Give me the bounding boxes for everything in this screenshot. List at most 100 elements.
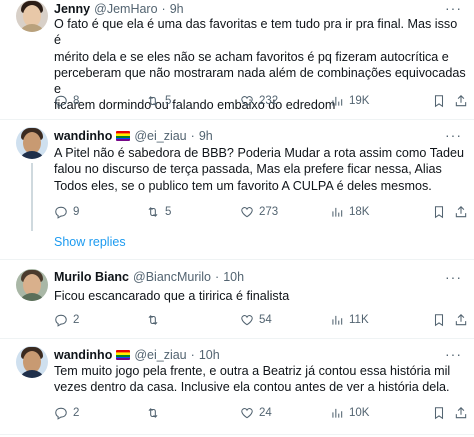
like-count: 273 bbox=[259, 206, 279, 218]
timestamp[interactable]: 10h bbox=[223, 270, 244, 284]
action-bar: 2 54 11K bbox=[54, 313, 468, 329]
like-button[interactable]: 232 bbox=[240, 94, 278, 108]
reply-count: 8 bbox=[73, 95, 80, 107]
views-button[interactable]: 18K bbox=[330, 205, 369, 219]
reply-button[interactable]: 9 bbox=[54, 205, 79, 219]
more-icon[interactable]: ··· bbox=[445, 269, 462, 285]
author-handle[interactable]: @ei_ziau bbox=[134, 348, 186, 362]
author-name[interactable]: wandinho bbox=[54, 129, 112, 143]
separator-dot: · bbox=[161, 2, 166, 16]
retweet-icon bbox=[148, 207, 158, 217]
tweet-text-line: Todos eles, se o publico tem um favorito… bbox=[54, 178, 432, 193]
views-count: 19K bbox=[349, 95, 370, 107]
tweet[interactable]: wandinho @ei_ziau · 10h ··· Tem muito jo… bbox=[0, 346, 474, 434]
views-button[interactable]: 19K bbox=[330, 94, 369, 108]
views-count: 10K bbox=[349, 407, 370, 419]
avatar[interactable] bbox=[16, 269, 48, 301]
avatar[interactable] bbox=[16, 127, 48, 159]
like-count: 24 bbox=[259, 407, 272, 419]
timestamp[interactable]: 9h bbox=[170, 2, 184, 16]
share-icon bbox=[455, 206, 467, 218]
avatar[interactable] bbox=[16, 346, 48, 378]
share-button[interactable] bbox=[454, 205, 468, 219]
views-icon bbox=[332, 315, 343, 325]
timestamp[interactable]: 9h bbox=[199, 129, 213, 143]
reply-icon bbox=[55, 206, 67, 219]
bookmark-button[interactable] bbox=[432, 406, 446, 420]
like-icon bbox=[241, 96, 253, 107]
tweet-text-line: Ficou escancarado que a tiririca é final… bbox=[54, 289, 290, 303]
action-bar: 8 5 232 19K bbox=[54, 94, 468, 110]
thread-line bbox=[31, 163, 33, 231]
tweet-text-line: mérito dela e se eles não se acham favor… bbox=[54, 49, 449, 64]
show-replies-link[interactable]: Show replies bbox=[54, 235, 126, 249]
retweet-count: 5 bbox=[165, 95, 172, 107]
reply-count: 2 bbox=[73, 407, 80, 419]
bookmark-icon bbox=[434, 407, 444, 420]
bookmark-button[interactable] bbox=[432, 94, 446, 108]
divider bbox=[0, 259, 474, 260]
divider bbox=[0, 434, 474, 435]
reply-count: 2 bbox=[73, 314, 80, 326]
tweet-text: A Pitel não é sabedora de BBB? Poderia M… bbox=[54, 145, 466, 194]
reply-button[interactable]: 2 bbox=[54, 313, 79, 327]
like-button[interactable]: 24 bbox=[240, 406, 272, 420]
separator-dot: · bbox=[190, 348, 195, 362]
reply-button[interactable]: 8 bbox=[54, 94, 79, 108]
author-handle[interactable]: @ei_ziau bbox=[134, 129, 186, 143]
like-count: 54 bbox=[259, 314, 272, 326]
tweet[interactable]: Jenny @JemHaro · 9h ··· O fato é que ela… bbox=[0, 0, 474, 120]
like-button[interactable]: 273 bbox=[240, 205, 278, 219]
views-icon bbox=[332, 408, 343, 418]
retweet-button[interactable]: 5 bbox=[146, 205, 171, 219]
pride-flag-icon bbox=[116, 131, 131, 141]
retweet-button[interactable] bbox=[146, 313, 165, 327]
retweet-button[interactable]: 5 bbox=[146, 94, 171, 108]
views-count: 11K bbox=[349, 314, 369, 326]
share-button[interactable] bbox=[454, 94, 468, 108]
tweet-text-line: O fato é que ela é uma das favoritas e t… bbox=[54, 17, 458, 48]
timestamp[interactable]: 10h bbox=[199, 348, 220, 362]
bookmark-icon bbox=[434, 95, 444, 108]
author-name[interactable]: Murilo Bianc bbox=[54, 270, 129, 284]
share-icon bbox=[455, 95, 467, 107]
like-count: 232 bbox=[259, 95, 279, 107]
views-button[interactable]: 10K bbox=[330, 406, 369, 420]
author-name[interactable]: wandinho bbox=[54, 348, 112, 362]
retweet-count: 5 bbox=[165, 206, 172, 218]
tweet-text: Ficou escancarado que a tiririca é final… bbox=[54, 288, 466, 304]
tweet-text-line: falou no discurso de terça passada, Mas … bbox=[54, 162, 442, 177]
tweet-text: Tem muito jogo pela frente, e outra a Be… bbox=[54, 363, 466, 396]
pride-flag-icon bbox=[116, 350, 131, 360]
avatar[interactable] bbox=[16, 0, 48, 32]
author-handle[interactable]: @BiancMurilo bbox=[133, 270, 211, 284]
reply-button[interactable]: 2 bbox=[54, 406, 79, 420]
views-count: 18K bbox=[349, 206, 370, 218]
retweet-icon bbox=[148, 315, 158, 325]
bookmark-button[interactable] bbox=[432, 205, 446, 219]
author-handle[interactable]: @JemHaro bbox=[94, 2, 157, 16]
retweet-icon bbox=[148, 408, 158, 418]
like-button[interactable]: 54 bbox=[240, 313, 272, 327]
reply-count: 9 bbox=[73, 206, 80, 218]
action-bar: 2 24 10K bbox=[54, 406, 468, 422]
author-name[interactable]: Jenny bbox=[54, 2, 90, 16]
share-button[interactable] bbox=[454, 313, 468, 327]
tweet-text-line: vezes dentro da casa. Inclusive ela cont… bbox=[54, 380, 450, 395]
retweet-icon bbox=[148, 96, 158, 106]
tweet[interactable]: wandinho @ei_ziau · 9h ··· A Pitel não é… bbox=[0, 127, 474, 249]
share-button[interactable] bbox=[454, 406, 468, 420]
more-icon[interactable]: ··· bbox=[445, 127, 462, 143]
bookmark-button[interactable] bbox=[432, 313, 446, 327]
bookmark-icon bbox=[434, 206, 444, 219]
retweet-button[interactable] bbox=[146, 406, 165, 420]
reply-icon bbox=[55, 407, 67, 420]
more-icon[interactable]: ··· bbox=[445, 0, 462, 16]
views-button[interactable]: 11K bbox=[330, 313, 369, 327]
views-icon bbox=[332, 96, 343, 106]
views-icon bbox=[332, 207, 343, 217]
divider bbox=[0, 338, 474, 339]
reply-icon bbox=[55, 314, 67, 327]
tweet[interactable]: Murilo Bianc @BiancMurilo · 10h ··· Fico… bbox=[0, 269, 474, 335]
more-icon[interactable]: ··· bbox=[445, 346, 462, 362]
